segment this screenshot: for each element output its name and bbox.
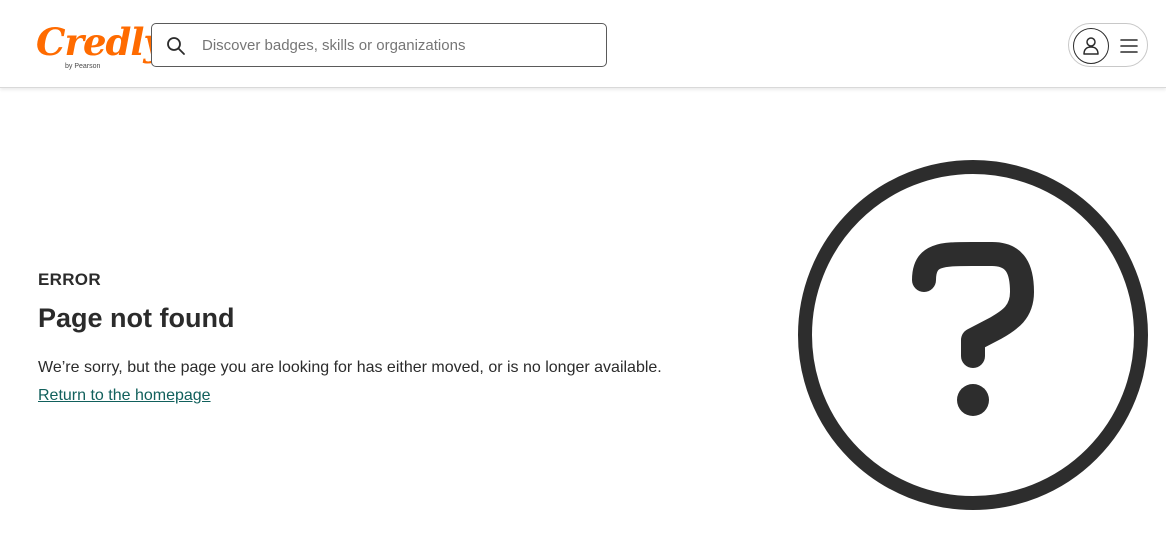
search-input[interactable] xyxy=(202,25,598,65)
return-homepage-link[interactable]: Return to the homepage xyxy=(38,384,211,408)
error-description: We’re sorry, but the page you are lookin… xyxy=(38,359,662,376)
error-eyebrow: ERROR xyxy=(38,270,101,289)
search-icon xyxy=(166,36,186,56)
credly-logo-link[interactable]: Credly by Pearson xyxy=(36,20,165,76)
logo-wordmark: Credly xyxy=(36,20,165,64)
page-title: Page not found xyxy=(38,303,235,333)
search-box[interactable] xyxy=(151,23,607,67)
site-header: Credly by Pearson xyxy=(0,0,1166,88)
hamburger-menu-icon[interactable] xyxy=(1119,37,1139,55)
question-mark-circle-icon xyxy=(796,158,1150,512)
user-icon[interactable] xyxy=(1073,28,1109,64)
user-menu-button[interactable] xyxy=(1068,23,1148,67)
error-message-section: ERROR Page not found We’re sorry, but th… xyxy=(38,268,758,408)
logo-byline: by Pearson xyxy=(65,63,101,70)
